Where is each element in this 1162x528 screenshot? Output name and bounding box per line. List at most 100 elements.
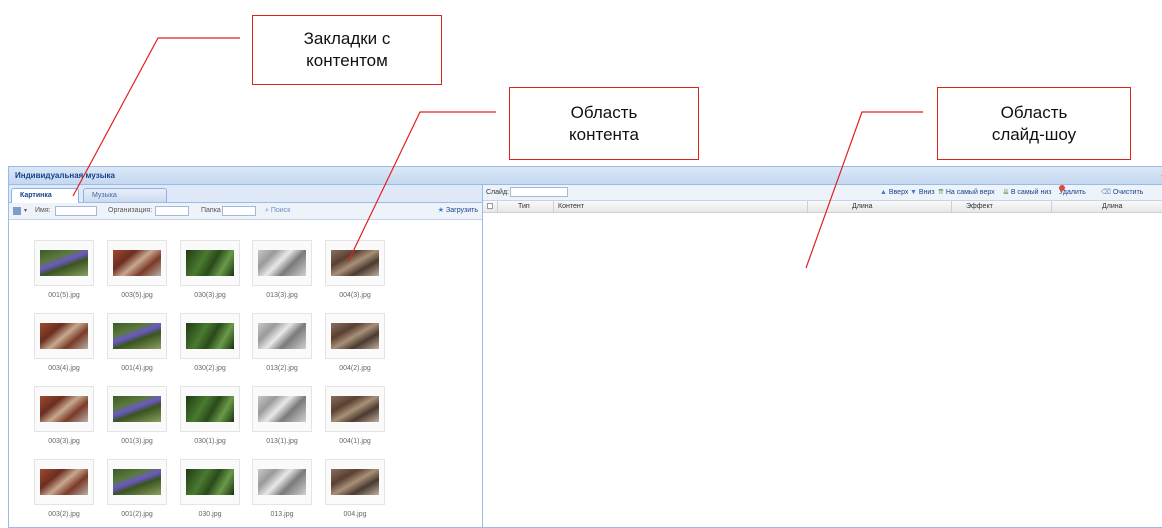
- thumbnail-frame: [180, 240, 240, 286]
- move-up-button[interactable]: ▲ Вверх: [880, 185, 908, 200]
- thumbnail-item[interactable]: 001(3).jpg: [104, 386, 170, 445]
- content-panel: Картинка Музыка ▾ Имя: Организация: Папк…: [9, 185, 483, 527]
- thumbnail-item[interactable]: 013(1).jpg: [249, 386, 315, 445]
- thumbnail-caption: 001(4).jpg: [121, 365, 153, 372]
- thumbnail-frame: [107, 240, 167, 286]
- thumbnail-item[interactable]: 003(2).jpg: [31, 459, 97, 518]
- thumbnail-image: [331, 323, 379, 349]
- thumbnail-item[interactable]: 003(5).jpg: [104, 240, 170, 299]
- tab-music[interactable]: Музыка: [83, 188, 167, 202]
- thumbnail-frame: [180, 459, 240, 505]
- bottom-icon: ⇊: [1003, 189, 1011, 196]
- thumbnail-image: [258, 250, 306, 276]
- name-field[interactable]: [55, 206, 97, 216]
- thumbnail-caption: 030.jpg: [198, 511, 222, 518]
- thumbnail-caption: 013(3).jpg: [266, 292, 298, 299]
- thumbnail-frame: [180, 313, 240, 359]
- move-to-top-label: На самый верх: [945, 189, 995, 196]
- thumbnail-item[interactable]: 004(3).jpg: [322, 240, 388, 299]
- thumbnail-image: [186, 469, 234, 495]
- callout-slideshow-area: Область слайд-шоу: [937, 87, 1131, 160]
- thumbnail-image: [331, 469, 379, 495]
- thumbnail-caption: 013.jpg: [270, 511, 294, 518]
- column-type[interactable]: Тип: [497, 201, 553, 212]
- thumbnail-item[interactable]: 030(1).jpg: [177, 386, 243, 445]
- thumbnail-image: [186, 323, 234, 349]
- top-icon: ⇈: [938, 189, 946, 196]
- thumbnail-item[interactable]: 003(3).jpg: [31, 386, 97, 445]
- thumbnail-caption: 013(2).jpg: [266, 365, 298, 372]
- thumbnail-caption: 030(2).jpg: [194, 365, 226, 372]
- thumbnail-image: [40, 250, 88, 276]
- move-to-bottom-button[interactable]: ⇊ В самый низ: [1003, 185, 1052, 200]
- search-label: Поиск: [270, 207, 291, 214]
- thumbnail-item[interactable]: 013(2).jpg: [249, 313, 315, 372]
- thumbnail-image: [113, 323, 161, 349]
- move-down-label: Вниз: [918, 189, 935, 196]
- delete-icon: [1059, 185, 1065, 191]
- name-label: Имя:: [35, 207, 51, 214]
- arrow-down-icon: ▼: [910, 189, 919, 196]
- column-effect[interactable]: Эффект: [951, 201, 1051, 212]
- thumbnail-caption: 030(1).jpg: [194, 438, 226, 445]
- slideshow-grid-header: Тип Контент Длина Эффект Длина: [483, 201, 1162, 213]
- thumbnail-caption: 003(3).jpg: [48, 438, 80, 445]
- thumbnail-caption: 003(4).jpg: [48, 365, 80, 372]
- thumbnail-frame: [325, 459, 385, 505]
- thumbnail-item[interactable]: 003(4).jpg: [31, 313, 97, 372]
- thumbnail-image: [258, 323, 306, 349]
- thumbnail-item[interactable]: 030(3).jpg: [177, 240, 243, 299]
- thumbnail-item[interactable]: 030.jpg: [177, 459, 243, 518]
- search-button[interactable]: ⌕ Поиск: [265, 203, 290, 219]
- thumbnail-caption: 013(1).jpg: [266, 438, 298, 445]
- tab-pictures[interactable]: Картинка: [11, 188, 79, 203]
- thumbnail-frame: [252, 459, 312, 505]
- star-icon: ★: [437, 207, 447, 214]
- thumbnail-frame: [34, 386, 94, 432]
- thumbnail-frame: [180, 386, 240, 432]
- tab-bar: Картинка Музыка: [9, 185, 482, 203]
- thumbnail-item[interactable]: 004.jpg: [322, 459, 388, 518]
- thumbnail-item[interactable]: 001(5).jpg: [31, 240, 97, 299]
- move-down-button[interactable]: ▼ Вниз: [910, 185, 935, 200]
- select-all-checkbox[interactable]: [483, 201, 497, 212]
- thumbnail-image: [113, 250, 161, 276]
- arrow-up-icon: ▲: [880, 189, 889, 196]
- thumbnail-image: [113, 469, 161, 495]
- thumbnail-frame: [34, 313, 94, 359]
- thumbnail-frame: [107, 313, 167, 359]
- chevron-down-icon[interactable]: ▾: [24, 203, 27, 219]
- column-effect-duration[interactable]: Длина: [1051, 201, 1162, 212]
- column-content[interactable]: Контент: [553, 201, 807, 212]
- delete-button[interactable]: Удалить: [1059, 185, 1086, 200]
- thumbnail-frame: [34, 459, 94, 505]
- thumbnail-image: [40, 469, 88, 495]
- organization-label: Организация:: [108, 207, 153, 214]
- thumbnail-item[interactable]: 013(3).jpg: [249, 240, 315, 299]
- clear-button[interactable]: ⌫ Очистить: [1101, 185, 1143, 200]
- thumbnail-item[interactable]: 013.jpg: [249, 459, 315, 518]
- move-to-bottom-label: В самый низ: [1010, 189, 1052, 196]
- thumbnail-caption: 003(5).jpg: [121, 292, 153, 299]
- thumbnail-item[interactable]: 004(1).jpg: [322, 386, 388, 445]
- thumbnail-frame: [252, 313, 312, 359]
- clear-icon: ⌫: [1101, 189, 1113, 196]
- thumbnail-image: [40, 396, 88, 422]
- slide-field[interactable]: [510, 187, 568, 197]
- thumbnail-item[interactable]: 001(2).jpg: [104, 459, 170, 518]
- column-duration[interactable]: Длина: [807, 201, 951, 212]
- view-toggle-icon[interactable]: [13, 207, 21, 215]
- thumbnail-item[interactable]: 030(2).jpg: [177, 313, 243, 372]
- slideshow-toolbar: Слайд: ▲ Вверх ▼ Вниз ⇈ На самый верх ⇊ …: [483, 185, 1162, 201]
- window-title: Индивидуальная музыка: [15, 171, 115, 180]
- thumbnail-item[interactable]: 001(4).jpg: [104, 313, 170, 372]
- folder-label: Папка: [201, 207, 221, 214]
- thumbnail-frame: [107, 459, 167, 505]
- folder-field[interactable]: [222, 206, 256, 216]
- move-to-top-button[interactable]: ⇈ На самый верх: [938, 185, 995, 200]
- thumbnail-item[interactable]: 004(2).jpg: [322, 313, 388, 372]
- organization-field[interactable]: [155, 206, 189, 216]
- content-toolbar: ▾ Имя: Организация: Папка ⌕ Поиск ★ Загр…: [9, 203, 482, 220]
- upload-button[interactable]: ★ Загрузить: [438, 203, 478, 219]
- thumbnail-image: [258, 396, 306, 422]
